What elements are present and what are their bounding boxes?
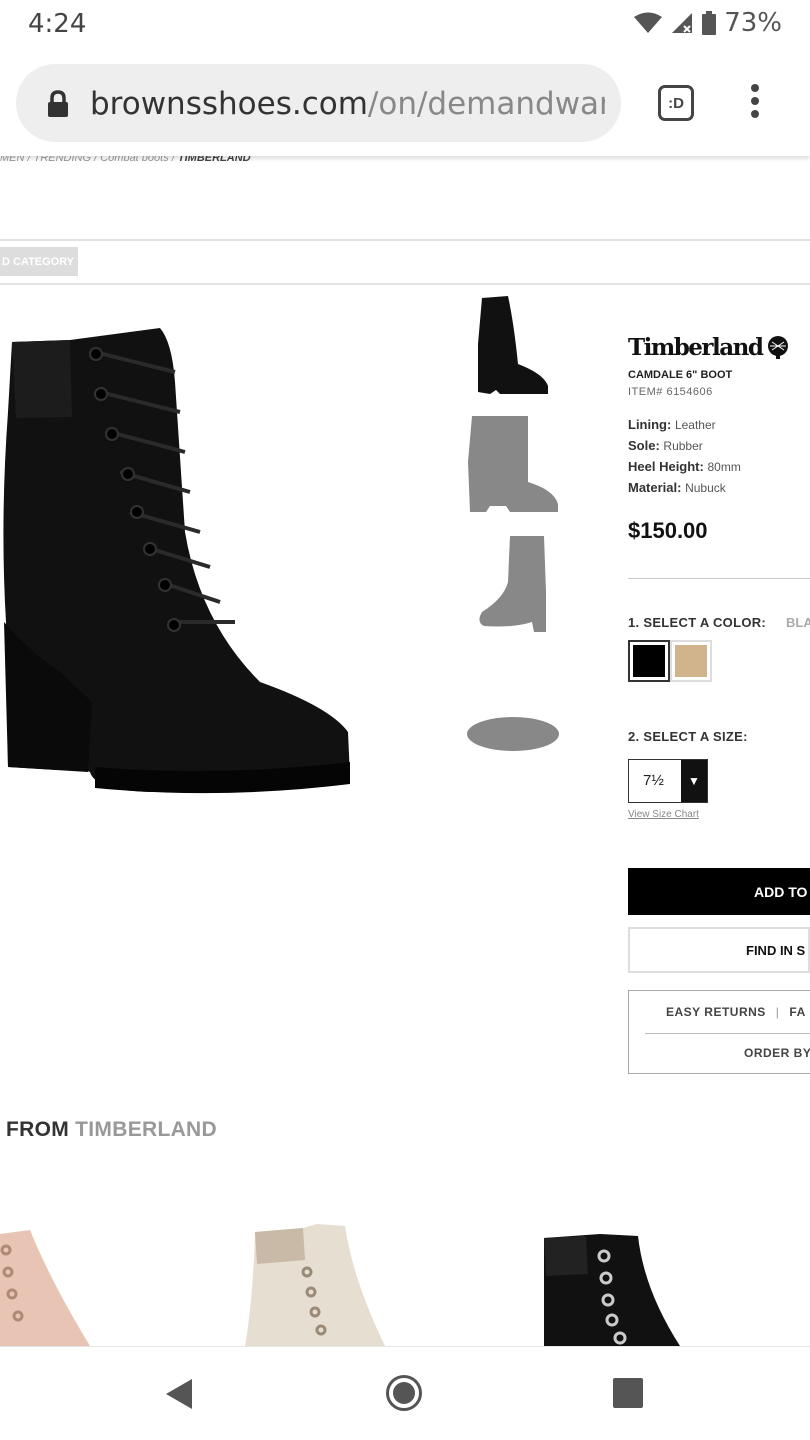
spec-label: Material:	[628, 480, 682, 495]
divider	[628, 578, 810, 579]
spec-value: Leather	[674, 418, 716, 432]
order-by-label: ORDER BY	[744, 1046, 810, 1060]
recommendation-image-2[interactable]	[245, 1220, 390, 1346]
thumbnail-4[interactable]	[466, 712, 562, 756]
spec-sole: Sole: Rubber	[628, 438, 703, 453]
spec-label: Lining:	[628, 417, 672, 432]
thumbnail-2[interactable]	[466, 412, 562, 516]
more-from-brand-heading: FROM TIMBERLAND	[6, 1118, 217, 1142]
url-text[interactable]: brownsshoes.com/on/demandware.	[90, 86, 605, 122]
spec-lining: Lining: Leather	[628, 417, 716, 432]
battery-percent: 73%	[724, 8, 782, 38]
home-icon[interactable]	[386, 1375, 422, 1411]
back-icon[interactable]	[164, 1377, 194, 1411]
spec-label: Heel Height:	[628, 459, 704, 474]
price: $150.00	[628, 518, 708, 543]
color-label: 1. SELECT A COLOR:	[628, 615, 767, 630]
recent-apps-icon[interactable]	[613, 1378, 643, 1408]
heading-brand: TIMBERLAND	[75, 1118, 217, 1141]
spec-value: Nubuck	[685, 481, 726, 495]
size-value: 7½	[643, 772, 664, 789]
address-bar[interactable]: brownsshoes.com/on/demandware.	[16, 64, 621, 142]
add-to-cart-button[interactable]: ADD TO	[628, 868, 810, 915]
product-name: CAMDALE 6" BOOT	[628, 369, 733, 381]
recommendation-image-3[interactable]	[540, 1220, 680, 1346]
divider	[0, 239, 810, 241]
system-nav-bar	[0, 1346, 810, 1440]
color-swatch-black[interactable]	[628, 640, 670, 682]
status-time: 4:24	[28, 9, 87, 39]
size-select[interactable]: 7½ ▼	[628, 759, 708, 803]
info-row: EASY RETURNS | FA	[666, 1005, 806, 1019]
spec-label: Sole:	[628, 438, 660, 453]
heading-prefix: FROM	[6, 1118, 70, 1141]
size-chart-link[interactable]: View Size Chart	[628, 809, 699, 820]
wifi-icon	[634, 12, 663, 33]
url-host: brownsshoes.com	[90, 86, 368, 122]
dropdown-arrow-icon: ▼	[681, 760, 707, 802]
overflow-menu-icon[interactable]	[745, 84, 765, 124]
color-swatch-tan[interactable]	[670, 640, 712, 682]
thumbnail-3[interactable]	[474, 532, 554, 636]
spec-material: Material: Nubuck	[628, 480, 726, 495]
lock-icon	[48, 90, 68, 117]
tab-switcher-button[interactable]: :D	[658, 85, 694, 121]
cell-signal-icon	[672, 13, 693, 33]
recommendation-image-1[interactable]	[0, 1220, 100, 1346]
easy-returns-label: EASY RETURNS	[666, 1005, 766, 1019]
shipping-info-box: EASY RETURNS | FA ORDER BY	[628, 990, 810, 1074]
spec-heel-height: Heel Height: 80mm	[628, 459, 741, 474]
spec-value: 80mm	[707, 460, 741, 474]
browser-toolbar: brownsshoes.com/on/demandware. :D	[0, 50, 810, 156]
divider	[0, 283, 810, 285]
brand-name: Timberland	[628, 334, 764, 361]
category-button[interactable]: D CATEGORY	[0, 247, 78, 276]
tree-icon	[768, 335, 789, 359]
battery-icon	[702, 11, 717, 35]
brand-logo: Timberland	[628, 334, 790, 361]
thumbnail-1[interactable]	[474, 294, 554, 398]
url-path: /on/demandware.	[367, 86, 605, 122]
selected-color: BLA	[786, 615, 810, 630]
spec-value: Rubber	[663, 439, 703, 453]
fast-label: FA	[789, 1005, 806, 1019]
item-number: ITEM# 6154606	[628, 386, 713, 398]
status-bar: 4:24 73%	[0, 0, 810, 50]
find-in-store-button[interactable]: FIND IN S	[628, 927, 810, 973]
divider	[645, 1033, 810, 1034]
size-label: 2. SELECT A SIZE:	[628, 729, 748, 744]
product-main-image	[3, 328, 351, 794]
